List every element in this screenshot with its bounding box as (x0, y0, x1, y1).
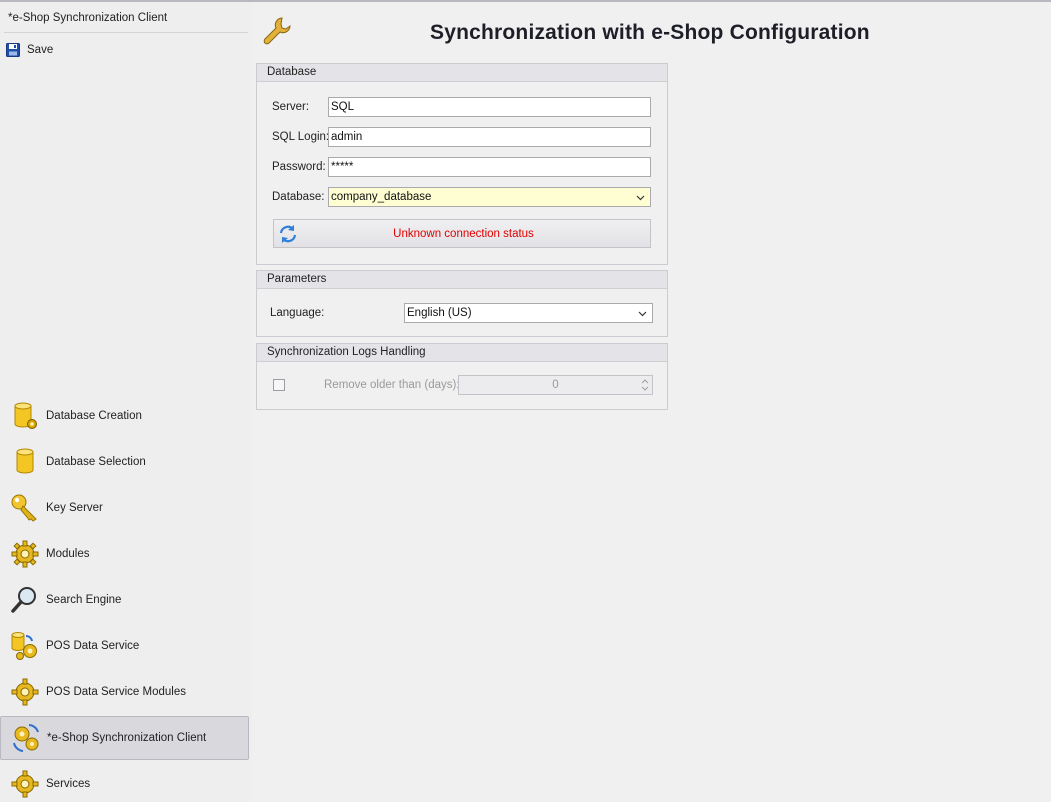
database-group: Database Server: SQL SQL Login: admin Pa… (256, 63, 668, 265)
database-label: Database: (272, 191, 325, 203)
language-select[interactable]: English (US) (404, 303, 653, 323)
save-button-label: Save (27, 44, 54, 56)
magnifier-icon (10, 585, 40, 615)
wrench-icon (263, 17, 291, 45)
database-icon (10, 447, 40, 477)
chevron-down-icon[interactable] (636, 193, 645, 202)
connection-status-button[interactable]: Unknown connection status (273, 219, 651, 248)
sidebar-item-label: Search Engine (46, 594, 122, 606)
sidebar-item-database-creation[interactable]: Database Creation (0, 394, 249, 438)
sync-logs-group-header: Synchronization Logs Handling (257, 344, 667, 362)
key-icon (10, 493, 40, 523)
main-panel: Synchronization with e-Shop Configuratio… (252, 2, 1051, 802)
sidebar: *e-Shop Synchronization Client Save Data… (0, 2, 252, 802)
gear-icon (10, 539, 40, 569)
remove-days-value: 0 (552, 379, 559, 391)
connection-status-text: Unknown connection status (393, 227, 534, 240)
parameters-group-header: Parameters (257, 271, 667, 289)
password-label: Password: (272, 161, 326, 173)
refresh-icon (279, 224, 297, 243)
sql-login-label: SQL Login: (272, 131, 330, 143)
spinner-arrows-icon[interactable] (641, 378, 649, 392)
language-select-value: English (US) (407, 307, 472, 319)
database-group-header: Database (257, 64, 667, 82)
sync-gears-icon (11, 723, 41, 753)
save-button[interactable]: Save (6, 41, 53, 59)
database-gears-icon (10, 631, 40, 661)
sidebar-item-database-selection[interactable]: Database Selection (0, 440, 249, 484)
remove-older-label: Remove older than (days): (324, 379, 460, 391)
sidebar-title: *e-Shop Synchronization Client (8, 12, 168, 24)
sidebar-item-services[interactable]: Services (0, 762, 249, 802)
sidebar-item-eshop-sync-client[interactable]: *e-Shop Synchronization Client (0, 716, 249, 760)
sidebar-item-pos-data-service[interactable]: POS Data Service (0, 624, 249, 668)
sidebar-item-label: Services (46, 778, 91, 790)
sidebar-item-label: Database Selection (46, 456, 146, 468)
sidebar-separator (4, 32, 248, 33)
sidebar-item-search-engine[interactable]: Search Engine (0, 578, 249, 622)
server-label: Server: (272, 101, 310, 113)
password-input[interactable]: ***** (328, 157, 651, 177)
sidebar-item-modules[interactable]: Modules (0, 532, 249, 576)
server-input[interactable]: SQL (328, 97, 651, 117)
database-gear-icon (10, 401, 40, 431)
database-select-value: company_database (331, 191, 432, 203)
chevron-down-icon[interactable] (638, 309, 647, 318)
page-title: Synchronization with e-Shop Configuratio… (430, 21, 870, 44)
database-select[interactable]: company_database (328, 187, 651, 207)
sidebar-item-label: Database Creation (46, 410, 142, 422)
sync-logs-group: Synchronization Logs Handling Remove old… (256, 343, 668, 410)
sidebar-item-label: POS Data Service Modules (46, 686, 186, 698)
gear-icon (10, 769, 40, 799)
sidebar-item-key-server[interactable]: Key Server (0, 486, 249, 530)
sidebar-item-pos-data-service-modules[interactable]: POS Data Service Modules (0, 670, 249, 714)
sidebar-item-label: *e-Shop Synchronization Client (47, 732, 207, 744)
sidebar-item-label: Modules (46, 548, 90, 560)
gear-icon (10, 677, 40, 707)
parameters-group: Parameters Language: English (US) (256, 270, 668, 337)
language-label: Language: (270, 307, 325, 319)
sidebar-item-label: POS Data Service (46, 640, 140, 652)
sql-login-input[interactable]: admin (328, 127, 651, 147)
floppy-disk-icon (6, 43, 20, 57)
remove-old-logs-checkbox[interactable] (273, 379, 285, 391)
remove-days-spinner[interactable]: 0 (458, 375, 653, 395)
sidebar-item-label: Key Server (46, 502, 103, 514)
